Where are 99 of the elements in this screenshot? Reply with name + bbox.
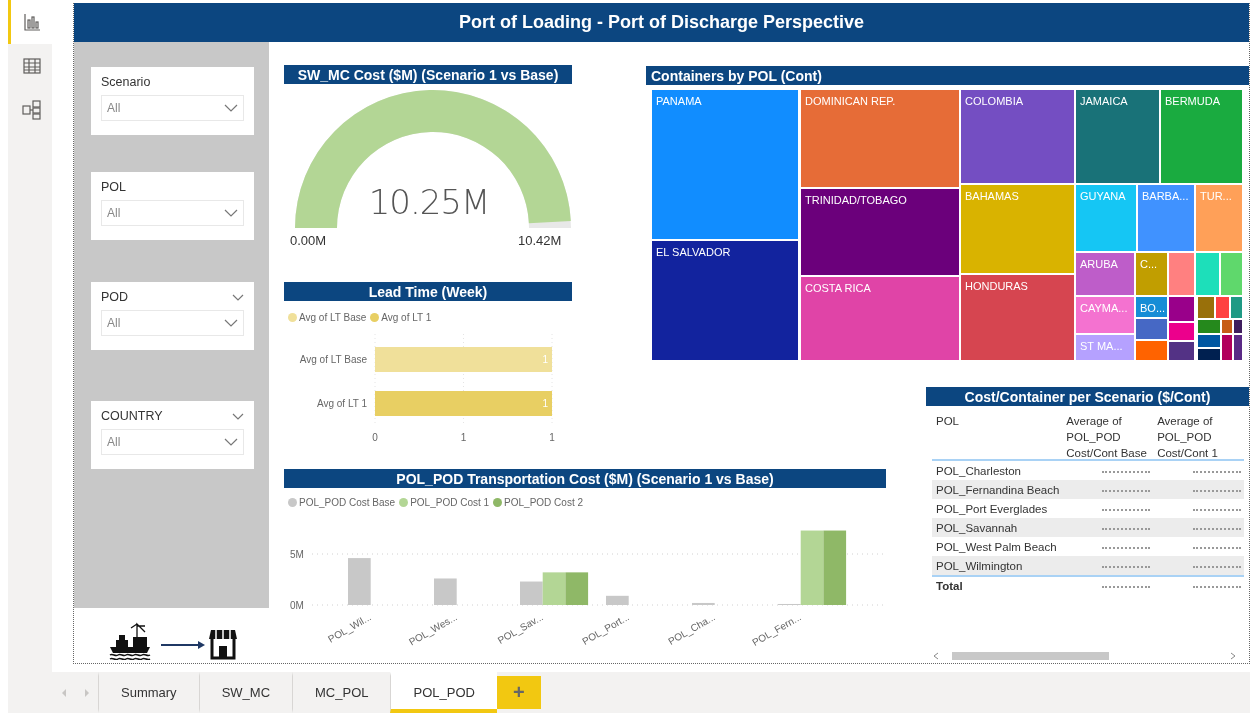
page-tab[interactable]: POL_POD	[390, 672, 497, 713]
treemap-tile[interactable]	[1231, 297, 1242, 318]
scroll-right-icon[interactable]	[1229, 652, 1237, 660]
treemap-tile[interactable]: C...	[1136, 253, 1167, 295]
treemap-tile[interactable]	[1169, 253, 1194, 295]
treemap-tile[interactable]: BARBA...	[1138, 185, 1194, 251]
data-label: 1	[542, 354, 548, 365]
data-label: 1	[542, 398, 548, 409]
treemap-tile[interactable]: BO...	[1136, 297, 1167, 317]
treemap-tile[interactable]	[1222, 320, 1232, 333]
treemap-tile[interactable]: DOMINICAN REP.	[801, 90, 959, 187]
table-cell-text: POL_Wilmington	[936, 559, 1024, 572]
treemap-tile[interactable]: BAHAMAS	[961, 185, 1074, 273]
treemap-tile[interactable]	[1234, 335, 1242, 360]
treemap-tile[interactable]	[1222, 335, 1232, 360]
table-cell-text: POL_West Palm Beach	[936, 540, 1058, 553]
add-page-button[interactable]: +	[496, 676, 541, 709]
treemap-tile[interactable]	[1198, 335, 1220, 347]
treemap-tile[interactable]	[1136, 319, 1167, 339]
category-label: Avg of LT 1	[316, 398, 367, 409]
chevron-down-icon	[224, 438, 238, 446]
chevron-down-icon[interactable]	[232, 412, 244, 420]
treemap-tile[interactable]	[1169, 342, 1194, 360]
treemap-tile[interactable]: CAYMA...	[1076, 297, 1134, 333]
treemap-tile[interactable]	[1216, 297, 1229, 318]
dropdown[interactable]: All	[101, 95, 244, 121]
gauge-value: 10.25M	[367, 182, 491, 222]
dropdown[interactable]: All	[101, 429, 244, 455]
chevron-down-icon	[224, 104, 238, 112]
treemap-tile[interactable]	[1198, 297, 1214, 318]
table-icon	[22, 57, 41, 75]
bar	[565, 572, 589, 605]
axis-tick-label: 0M	[290, 600, 304, 611]
axis-tick-label: 1	[460, 432, 467, 443]
scroll-right-icon[interactable]	[83, 687, 91, 698]
bar	[542, 572, 566, 605]
treemap-tile[interactable]: ST MA...	[1076, 335, 1134, 360]
store-icon	[209, 628, 237, 660]
table-cell-text: POL_Savannah	[936, 521, 1019, 534]
treemap-tile[interactable]: JAMAICA	[1076, 90, 1159, 183]
bar-chart-icon	[22, 13, 41, 31]
treemap-tile[interactable]: TUR...	[1196, 185, 1242, 251]
treemap-tile[interactable]: GUYANA	[1076, 185, 1136, 251]
legend-item: POL_POD Cost 1	[399, 496, 490, 508]
gauge-min-label: 0.00M	[290, 233, 327, 248]
axis-tick-label: 0	[372, 432, 378, 443]
treemap-tile[interactable]	[1221, 253, 1242, 295]
scroll-left-icon[interactable]	[932, 652, 940, 660]
legend-item: Avg of LT 1	[370, 311, 432, 323]
column-header[interactable]: POL	[936, 413, 1067, 459]
model-icon	[21, 100, 42, 120]
chart-title: Lead Time (Week)	[284, 282, 572, 301]
treemap-tile[interactable]: PANAMA	[652, 90, 798, 239]
scroll-left-icon[interactable]	[60, 687, 68, 698]
table-cell-text: POL_Fernandina Beach	[936, 483, 1061, 496]
treemap-tile[interactable]	[1136, 341, 1167, 360]
category-label: Avg of LT Base	[299, 354, 367, 365]
treemap-tile[interactable]	[1234, 320, 1242, 333]
chevron-down-icon	[224, 319, 238, 327]
treemap-tile[interactable]	[1196, 253, 1219, 295]
report-title: Port of Loading - Port of Discharge Perspective	[74, 3, 1249, 42]
scrollbar[interactable]	[932, 651, 1237, 661]
dropdown[interactable]: All	[101, 200, 244, 226]
treemap-tile[interactable]	[1198, 349, 1220, 360]
dropdown[interactable]: All	[101, 310, 244, 336]
column-header[interactable]: Average of POL_POD Cost/Cont 1	[1157, 413, 1244, 459]
table-cell-text: POL_Port Everglades	[936, 502, 1049, 515]
treemap-tile[interactable]: ARUBA	[1076, 253, 1134, 295]
legend-item: Avg of LT Base	[288, 311, 367, 323]
legend-item: POL_POD Cost Base	[288, 496, 396, 508]
arrow-right-icon	[161, 641, 205, 649]
axis-tick-label: 5M	[290, 549, 304, 560]
gauge-max-label: 10.42M	[518, 233, 562, 248]
treemap-tile[interactable]	[1169, 323, 1194, 340]
treemap-tile[interactable]: TRINIDAD/TOBAGO	[801, 189, 959, 275]
chevron-down-icon	[224, 209, 238, 217]
table-title: Cost/Container per Scenario ($/Cont)	[926, 387, 1249, 406]
slicer-title: COUNTRY	[101, 409, 163, 423]
table-cell-text: POL_Charleston	[936, 464, 1023, 477]
treemap-tile[interactable]	[1198, 320, 1220, 333]
column-header[interactable]: Average of POL_POD Cost/Cont Base	[1066, 413, 1158, 459]
axis-tick-label: 1	[549, 432, 555, 443]
treemap-tile[interactable]: EL SALVADOR	[652, 241, 798, 360]
treemap-tile[interactable]: BERMUDA	[1161, 90, 1242, 183]
chart-title: Containers by POL (Cont)	[646, 66, 1249, 85]
legend-item: POL_POD Cost 2	[493, 496, 583, 508]
chevron-down-icon[interactable]	[232, 293, 244, 301]
view-button[interactable]	[8, 0, 52, 44]
table-cell-text: Total	[936, 579, 964, 592]
chart-title: SW_MC Cost ($M) (Scenario 1 vs Base)	[284, 65, 572, 84]
treemap-tile[interactable]: HONDURAS	[961, 275, 1074, 360]
slicer-title: Scenario	[101, 75, 151, 89]
treemap-tile[interactable]: COLOMBIA	[961, 90, 1074, 183]
slicer-title: POL	[101, 180, 126, 194]
chart-title: POL_POD Transportation Cost ($M) (Scenario 1 vs Base)	[284, 469, 886, 488]
port-drawing	[109, 620, 151, 660]
treemap-tile[interactable]: COSTA RICA	[801, 277, 959, 360]
treemap-tile[interactable]	[1169, 297, 1194, 321]
slicer-title: POD	[101, 290, 129, 304]
